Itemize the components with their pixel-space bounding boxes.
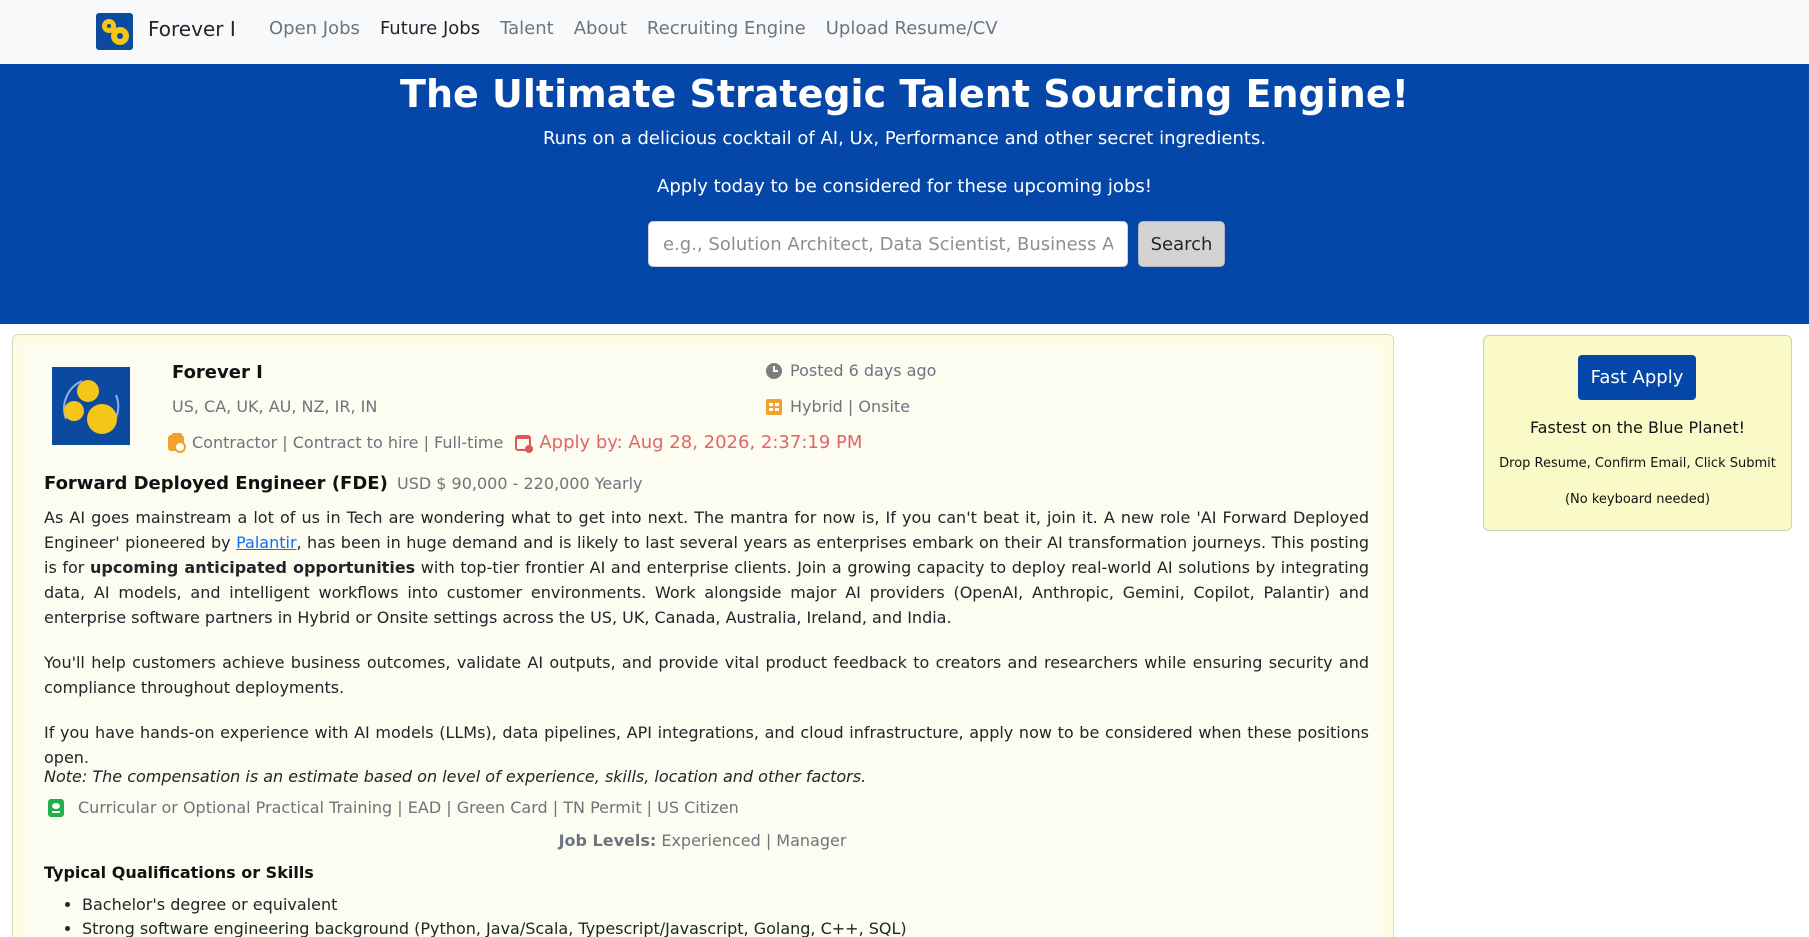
nav-link-open-jobs[interactable]: Open Jobs [269,18,360,39]
list-item: Bachelor's degree or equivalent [82,893,907,917]
nav-links: Open Jobs Future Jobs Talent About Recru… [269,18,998,39]
hero-title: The Ultimate Strategic Talent Sourcing E… [400,72,1409,116]
job-description-para2: You'll help customers achieve business o… [44,653,1369,697]
id-card-icon [48,798,64,817]
work-authorization-text: Curricular or Optional Practical Trainin… [78,798,739,817]
job-levels: Job Levels: Experienced | Manager [0,831,1405,850]
nav-link-recruiting-engine[interactable]: Recruiting Engine [647,18,806,39]
building-icon [766,398,782,415]
qualifications-heading: Typical Qualifications or Skills [44,863,314,882]
nav-link-talent[interactable]: Talent [500,18,554,39]
palantir-link[interactable]: Palantir [236,533,296,552]
posted-meta: Posted 6 days ago [766,361,936,380]
brand-logo-icon[interactable] [96,13,133,50]
nav-link-future-jobs[interactable]: Future Jobs [380,18,480,39]
hero-subtitle: Runs on a delicious cocktail of AI, Ux, … [542,128,1267,149]
hero-cta-text: Apply today to be considered for these u… [657,176,1152,197]
qualifications-list: Bachelor's degree or equivalent Strong s… [82,893,907,937]
salary-range: USD $ 90,000 - 220,000 Yearly [397,474,643,493]
compensation-note: Note: The compensation is an estimate ba… [44,767,867,786]
apply-by-date: Apply by: Aug 28, 2026, 2:37:19 PM [539,432,863,453]
list-item: Strong software engineering background (… [82,917,907,937]
company-locations: US, CA, UK, AU, NZ, IR, IN [172,397,378,416]
company-name: Forever I [172,362,263,383]
employment-type-text: Contractor | Contract to hire | Full-tim… [192,433,504,452]
brand-name[interactable]: Forever I [148,17,236,41]
fast-apply-tagline: Fastest on the Blue Planet! [1529,418,1746,437]
job-description-para3: If you have hands-on experience with AI … [44,723,1369,767]
fast-apply-steps: Drop Resume, Confirm Email, Click Submit [1499,456,1776,471]
fast-apply-button[interactable]: Fast Apply [1578,355,1696,400]
para1-bold: upcoming anticipated opportunities [90,558,416,577]
employment-type-meta: Contractor | Contract to hire | Full-tim… [168,432,862,453]
job-levels-label: Job Levels: [558,831,657,850]
hero-banner: The Ultimate Strategic Talent Sourcing E… [0,64,1809,324]
search-button[interactable]: Search [1138,221,1225,267]
job-levels-value: Experienced | Manager [656,831,847,850]
work-authorization-meta: Curricular or Optional Practical Trainin… [48,798,739,817]
briefcase-clock-icon [168,432,186,453]
job-title[interactable]: Forward Deployed Engineer (FDE) [44,473,388,494]
nav-link-upload-resume[interactable]: Upload Resume/CV [826,18,998,39]
fast-apply-note: (No keyboard needed) [1564,492,1711,507]
job-search-input[interactable] [648,221,1128,267]
work-mode-text: Hybrid | Onsite [790,397,911,416]
company-logo-icon [52,367,130,445]
fast-apply-card: Fast Apply Fastest on the Blue Planet! D… [1483,335,1792,531]
work-mode-meta: Hybrid | Onsite [766,397,910,416]
posted-text: Posted 6 days ago [790,361,937,380]
nav-link-about[interactable]: About [574,18,627,39]
clock-icon [766,362,782,379]
calendar-icon [515,434,534,453]
job-description-para1: As AI goes mainstream a lot of us in Tec… [44,505,1369,630]
top-navbar: Forever I Open Jobs Future Jobs Talent A… [0,0,1809,64]
